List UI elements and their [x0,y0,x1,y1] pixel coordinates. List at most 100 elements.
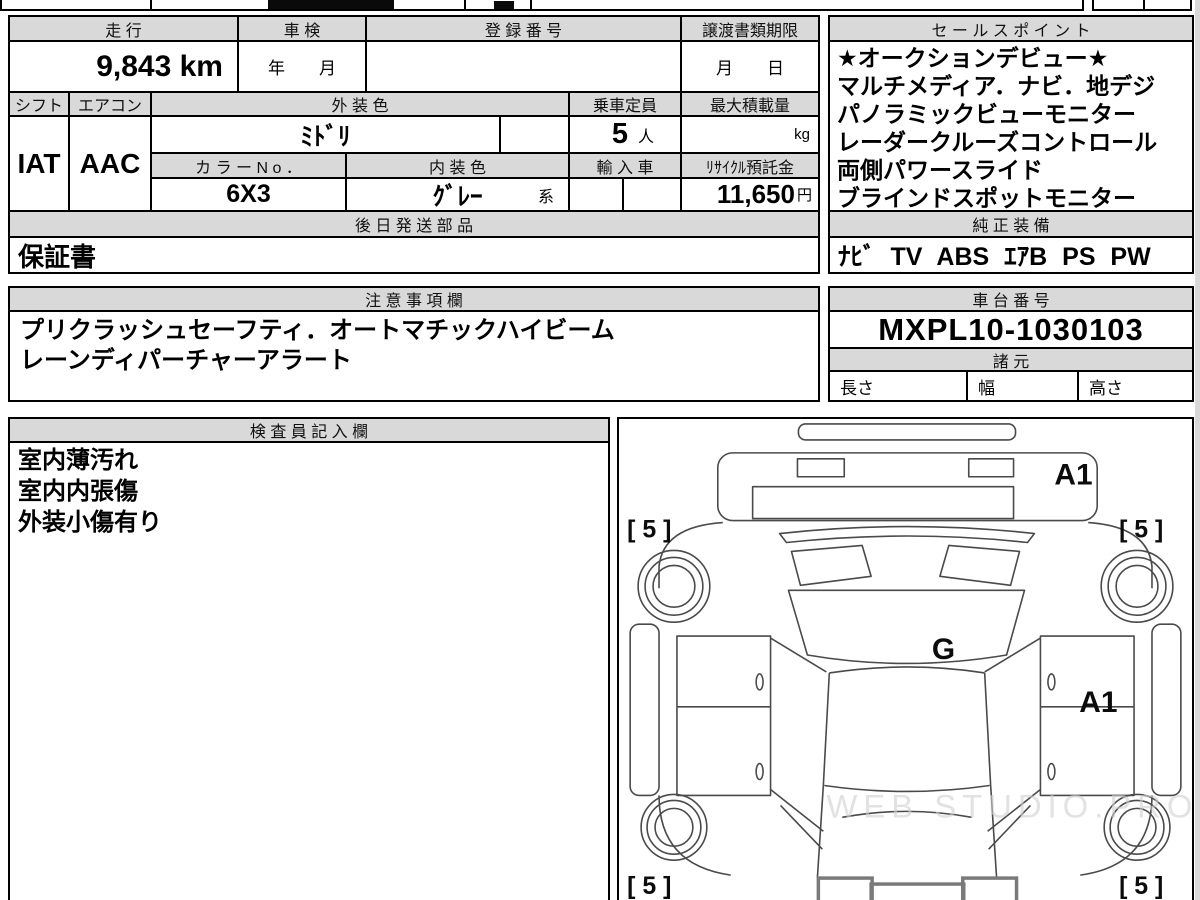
clipped-top-row-cell [1143,0,1192,11]
front-lamp-left [796,458,846,478]
sales-point-line: レーダークルーズコントロール [837,129,1158,155]
tail-side-left [816,785,825,879]
recycle-deposit-header: ﾘｻｲｸﾙ預託金 [680,152,820,179]
max-load-value-cell: kg [680,115,820,154]
door-handle [1047,673,1056,691]
shaken-header: 車 検 [237,15,367,42]
wheel-front-right [1100,549,1174,623]
roof-strip [797,423,1017,441]
spec-height-cell: 高さ [1077,370,1194,402]
shift-value: IAT [8,115,70,212]
import-value-cell [568,177,624,212]
chassis-number-value: MXPL10-1030103 [828,310,1194,349]
aircon-value: AAC [68,115,152,212]
front-grille [751,485,1015,520]
car-outline-diagram: WEB STUDIO.PRO A1 G A1 [ 5 ] [ 5 ] [ 5 ]… [627,423,1192,900]
max-load-header: 最大積載量 [680,91,820,117]
windshield-pane-right [939,544,1021,587]
door-handle [755,762,764,781]
sales-point-line: パノラミックビューモニター [837,101,1136,127]
door-handle [1047,762,1056,781]
door-handle [755,673,764,691]
sales-point-line: ブラインドスポットモニター [837,185,1136,211]
roof-front-curve [829,666,985,674]
clipped-top-row-cell [1092,0,1145,11]
interior-color-value: ｸﾞﾚｰ [432,182,483,211]
inspector-note-line: 外装小傷有り [18,509,162,536]
sales-points-header: セ ー ル ス ポ イ ン ト [828,15,1194,42]
sales-point-line: ★オークションデビュー★ [837,45,1109,71]
fold-line [770,788,824,832]
color-no-header: カ ラ ー N o ． [150,152,347,179]
clipped-text-fragment [268,0,394,9]
mark-side-right: A1 [1079,686,1117,719]
cabin-side-right [983,672,992,786]
corner-rating-front-right: [ 5 ] [1119,516,1163,544]
aircon-header: エアコン [68,91,152,117]
sales-point-line: マルチメディア．ナビ．地デジ [837,73,1156,99]
capacity-unit: 人 [637,128,654,146]
recycle-deposit-value-cell: 11,650 円 [680,177,820,212]
genuine-equipment-value: ﾅﾋﾞ TV ABS ｴｱB PS PW [828,236,1194,274]
inspector-note-line: 室内内張傷 [18,478,138,505]
notes-line: レーンディパーチャーアラート [20,347,352,374]
clipped-top-row-cell [0,0,152,11]
spec-width-cell: 幅 [966,370,1079,402]
capacity-value-cell: 5 人 [568,115,682,154]
auction-sheet: 走 行 車 検 登 録 番 号 譲渡書類期限 9,843 km 年 月 月 日 … [0,0,1200,900]
wheel-front-left [637,549,711,623]
front-lamp-right [967,458,1015,478]
transfer-deadline-header: 譲渡書類期限 [680,15,820,42]
side-sill-right [1151,623,1182,797]
capacity-value: 5 [611,118,628,150]
exterior-color-code-cell [499,115,570,154]
transfer-deadline-value: 月 日 [680,40,820,93]
clipped-text-fragment [494,1,514,9]
later-parts-header: 後 日 発 送 部 品 [8,210,820,238]
interior-color-suffix: 系 [537,188,554,206]
inspector-notes-content: 室内薄汚れ 室内内張傷 外装小傷有り [8,441,610,900]
cabin-side-left [822,672,831,786]
fender-rear-left [658,795,731,876]
sales-point-line: 両側パワースライド [837,157,1043,183]
rear-bumper-left [816,876,874,900]
registration-value [365,40,682,93]
windshield-pane-left [790,544,872,587]
specs-header: 諸 元 [828,347,1194,372]
fold-line [984,637,1041,673]
exterior-color-value: ﾐﾄﾞﾘ [150,115,501,154]
interior-color-header: 内 装 色 [345,152,570,179]
side-sill-left [629,623,660,797]
wheel-rear-left [654,807,694,848]
notes-line: プリクラッシュセーフティ．オートマチックハイビーム [20,317,615,344]
chassis-number-header: 車 台 番 号 [828,286,1194,312]
max-load-unit: kg [794,126,810,143]
mark-center: G [932,633,955,666]
cowl-strip [778,525,1036,544]
capacity-header: 乗車定員 [568,91,682,117]
corner-rating-rear-left: [ 5 ] [627,872,671,900]
color-no-value: 6X3 [150,177,347,212]
wheel-rear-left [640,793,708,861]
import-value-cell [622,177,682,212]
inspector-note-line: 室内薄汚れ [18,447,138,474]
mileage-header: 走 行 [8,15,239,42]
inspector-notes-header: 検 査 員 記 入 欄 [8,417,610,443]
recycle-deposit-value: 11,650 [716,179,795,209]
recycle-deposit-unit: 円 [796,187,812,204]
spec-length-cell: 長さ [828,370,968,402]
rear-bumper-right [961,876,1019,900]
clipped-top-row-cell [530,0,1084,11]
import-header: 輸 入 車 [568,152,682,179]
exterior-color-header: 外 装 色 [150,91,570,117]
rear-bumper-center [869,882,966,900]
sales-points-list: ★オークションデビュー★ マルチメディア．ナビ．地デジ パノラミックビューモニタ… [828,40,1194,212]
scan-edge [1195,0,1200,900]
watermark: WEB STUDIO.PRO [826,787,1192,824]
mark-front-right: A1 [1054,459,1092,492]
genuine-equipment-header: 純 正 装 備 [828,210,1194,238]
fold-line [770,637,827,673]
corner-rating-rear-right: [ 5 ] [1119,872,1163,900]
corner-rating-front-left: [ 5 ] [627,516,671,544]
interior-color-value-cell: ｸﾞﾚｰ 系 [345,177,570,212]
